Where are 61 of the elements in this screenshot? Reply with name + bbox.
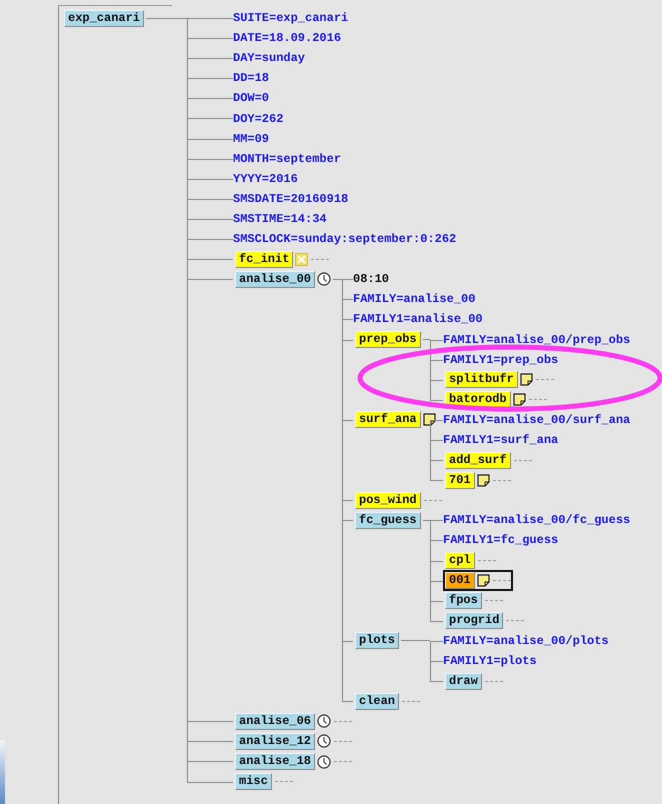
tree-node[interactable]: prep_obs	[355, 331, 421, 348]
variable-text: MM=09	[233, 132, 270, 146]
variable-text: FAMILY1=prep_obs	[443, 352, 558, 367]
tree-node[interactable]: analise_18	[235, 753, 316, 770]
variable-text: FAMILY1=analise_00	[353, 312, 483, 326]
dashed-line	[334, 720, 352, 722]
variable-text: FAMILY=analise_00	[353, 292, 476, 306]
variable-text: SMSCLOCK=sunday:september:0:262	[233, 232, 456, 246]
variable-text: MONTH=september	[233, 152, 342, 166]
tree-node[interactable]: plots	[355, 632, 400, 650]
variable-text: FAMILY=analise_00/fc_guess	[443, 513, 630, 528]
tree-node[interactable]: splitbufr	[445, 371, 518, 388]
tree-node[interactable]: fc_guess	[355, 512, 421, 529]
tree-node[interactable]: analise_00	[235, 270, 316, 288]
tree-node[interactable]: progrid	[445, 612, 504, 630]
dashed-line	[492, 580, 511, 582]
dashed-line	[506, 620, 524, 622]
dashed-line	[484, 600, 503, 602]
tree-node[interactable]: 701	[445, 472, 475, 489]
window-edge	[0, 740, 5, 804]
variable-text: SMSDATE=20160918	[233, 192, 348, 206]
variable-text: FAMILY=analise_00/prep_obs	[443, 332, 630, 347]
dashed-line	[424, 500, 442, 501]
variable-text: SUITE=exp_canari	[233, 11, 348, 26]
tree-node[interactable]: fpos	[445, 592, 482, 610]
variable-text: SMSTIME=14:34	[233, 212, 327, 226]
tree-node[interactable]: misc	[235, 773, 272, 790]
tree-node[interactable]: clean	[355, 692, 400, 710]
variable-text: FAMILY1=plots	[443, 654, 537, 668]
tree-node[interactable]: 001	[445, 572, 475, 590]
variable-text: DATE=18.09.2016	[233, 31, 342, 46]
tree-node[interactable]: analise_06	[235, 712, 316, 730]
variable-text: FAMILY=analise_00/surf_ana	[443, 412, 630, 427]
variable-text: FAMILY1=surf_ana	[443, 433, 558, 448]
variable-text: FAMILY1=fc_guess	[443, 533, 558, 548]
tree-node[interactable]: pos_wind	[355, 492, 421, 509]
variable-text: DOW=0	[233, 91, 270, 106]
tree-node[interactable]: exp_canari	[64, 10, 144, 27]
dashed-line	[528, 399, 547, 400]
tree-node[interactable]: analise_12	[235, 732, 316, 750]
tree-node[interactable]: add_surf	[445, 452, 511, 469]
tree-node[interactable]: draw	[445, 672, 482, 690]
dashed-line	[478, 560, 496, 562]
variable-text: DD=18	[233, 71, 270, 86]
dashed-line	[402, 700, 420, 702]
tree-node[interactable]: fc_init	[235, 250, 294, 268]
variable-text: DAY=sunday	[233, 51, 306, 66]
dashed-line	[334, 761, 352, 762]
variable-text: FAMILY=analise_00/plots	[443, 634, 609, 648]
dashed-line	[514, 460, 532, 461]
dashed-line	[536, 379, 554, 380]
time-text: 08:10	[353, 272, 390, 286]
tree-node[interactable]: surf_ana	[355, 411, 421, 428]
variable-text: YYYY=2016	[233, 172, 298, 186]
tree-node[interactable]: cpl	[445, 552, 475, 570]
dashed-line	[274, 781, 293, 782]
variable-text: DOY=262	[233, 112, 284, 126]
dashed-line	[311, 258, 330, 260]
dashed-line	[334, 740, 352, 742]
dashed-line	[484, 680, 503, 682]
dashed-line	[492, 480, 511, 481]
